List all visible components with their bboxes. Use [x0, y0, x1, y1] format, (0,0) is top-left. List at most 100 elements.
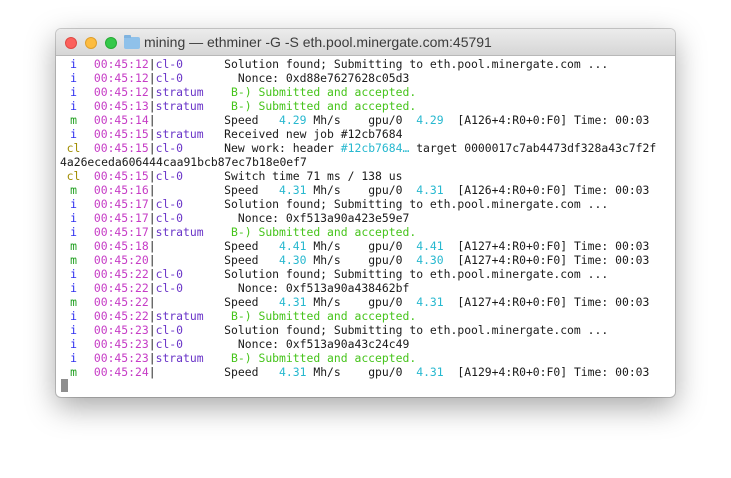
log-source: stratum [155, 309, 225, 323]
log-source: stratum [155, 127, 225, 141]
log-text: B-) Submitted and accepted. [224, 351, 417, 365]
log-text: Nonce: 0xd88e7627628c05d3 [224, 71, 410, 85]
title-bar[interactable]: mining — ethminer -G -S eth.pool.minerga… [56, 29, 675, 56]
log-level: i [70, 337, 77, 351]
log-source: stratum [155, 225, 225, 239]
log-timestamp: 00:45:15 [93, 141, 149, 155]
log-text: 4.31 [279, 365, 307, 379]
log-level: m [70, 365, 77, 379]
log-level: m [70, 295, 77, 309]
log-level: i [70, 225, 77, 239]
log-source: cl-0 [155, 197, 225, 211]
log-level: i [70, 351, 77, 365]
log-source: cl-0 [155, 71, 225, 85]
log-text: Solution found; Submitting to eth.pool.m… [224, 57, 609, 71]
log-text: 4.41 [416, 239, 444, 253]
log-text: 4.31 [416, 183, 444, 197]
log-text: | [148, 85, 156, 99]
log-source: cl-0 [155, 169, 225, 183]
log-text: Solution found; Submitting to eth.pool.m… [224, 197, 609, 211]
log-line: i 00:45:22|cl-0 Nonce: 0xf513a90a438462b… [60, 281, 675, 295]
log-line: i 00:45:23|cl-0 Nonce: 0xf513a90a43c24c4… [60, 337, 675, 351]
log-text: Switch time 71 ms / 138 us [224, 169, 403, 183]
log-line: m 00:45:22| Speed 4.31 Mh/s gpu/0 4.31 [… [60, 295, 675, 309]
log-text: Speed [224, 183, 280, 197]
log-text: 4.31 [279, 295, 307, 309]
log-line: i 00:45:12|stratum B-) Submitted and acc… [60, 85, 675, 99]
log-timestamp: 00:45:13 [93, 99, 149, 113]
log-text: 4a26eceda606444caa91bcb87ec7b18e0ef7 [60, 155, 307, 169]
log-text: | [148, 225, 156, 239]
log-text: | [148, 295, 156, 309]
log-text: | [148, 323, 156, 337]
log-text: #12cb7684… [340, 141, 410, 155]
log-text: 4.31 [416, 365, 444, 379]
log-timestamp: 00:45:15 [93, 127, 149, 141]
log-text: target 0000017c7ab4473df328a43c7f2f [409, 141, 657, 155]
log-line: m 00:45:14| Speed 4.29 Mh/s gpu/0 4.29 [… [60, 113, 675, 127]
log-text: | [148, 197, 156, 211]
log-line: i 00:45:15|stratum Received new job #12c… [60, 127, 675, 141]
log-text: Solution found; Submitting to eth.pool.m… [224, 267, 609, 281]
log-text: | [148, 127, 156, 141]
log-source: stratum [155, 85, 225, 99]
log-text: B-) Submitted and accepted. [224, 225, 417, 239]
log-text: | [148, 239, 156, 253]
terminal-window: mining — ethminer -G -S eth.pool.minerga… [56, 29, 675, 397]
zoom-button[interactable] [105, 37, 117, 49]
log-source: cl-0 [155, 281, 225, 295]
log-text: B-) Submitted and accepted. [224, 309, 417, 323]
log-line: i 00:45:12|cl-0 Nonce: 0xd88e7627628c05d… [60, 71, 675, 85]
log-line: cl 00:45:15|cl-0 Switch time 71 ms / 138… [60, 169, 675, 183]
log-line: i 00:45:13|stratum B-) Submitted and acc… [60, 99, 675, 113]
window-title: mining — ethminer -G -S eth.pool.minerga… [144, 34, 492, 50]
log-level: i [70, 197, 77, 211]
log-timestamp: 00:45:23 [93, 351, 149, 365]
log-text: | [148, 71, 156, 85]
terminal-output[interactable]: i 00:45:12|cl-0 Solution found; Submitti… [60, 57, 675, 397]
log-level: i [70, 281, 77, 295]
log-text: Mh/s gpu/0 [306, 239, 417, 253]
log-line: m 00:45:16| Speed 4.31 Mh/s gpu/0 4.31 [… [60, 183, 675, 197]
close-button[interactable] [65, 37, 77, 49]
log-text: Mh/s gpu/0 [306, 183, 417, 197]
log-level: cl [66, 141, 81, 155]
log-text: 4.41 [279, 239, 307, 253]
log-text: | [148, 253, 156, 267]
log-text: | [148, 337, 156, 351]
log-text: [A127+4:R0+0:F0] Time: 00:03 [443, 239, 650, 253]
log-timestamp: 00:45:22 [93, 295, 149, 309]
log-text: 4.30 [416, 253, 444, 267]
log-line: i 00:45:23|cl-0 Solution found; Submitti… [60, 323, 675, 337]
minimize-button[interactable] [85, 37, 97, 49]
log-text: 4.29 [416, 113, 444, 127]
log-source: stratum [155, 99, 225, 113]
log-source: cl-0 [155, 267, 225, 281]
log-text: Mh/s gpu/0 [306, 365, 417, 379]
log-text: Nonce: 0xf513a90a438462bf [224, 281, 410, 295]
log-level: i [70, 85, 77, 99]
log-line: i 00:45:22|stratum B-) Submitted and acc… [60, 309, 675, 323]
log-timestamp: 00:45:17 [93, 211, 149, 225]
log-text: Mh/s gpu/0 [306, 253, 417, 267]
log-text: 4.31 [416, 295, 444, 309]
log-text: Speed [224, 365, 280, 379]
text-cursor [61, 379, 68, 392]
log-text: | [148, 267, 156, 281]
log-timestamp: 00:45:14 [93, 113, 149, 127]
log-line: i 00:45:12|cl-0 Solution found; Submitti… [60, 57, 675, 71]
log-timestamp: 00:45:12 [93, 57, 149, 71]
log-timestamp: 00:45:17 [93, 225, 149, 239]
log-level: i [70, 323, 77, 337]
log-level: i [70, 127, 77, 141]
log-level: m [70, 253, 77, 267]
log-text: Mh/s gpu/0 [306, 113, 417, 127]
log-timestamp: 00:45:12 [93, 85, 149, 99]
log-text: [A126+4:R0+0:F0] Time: 00:03 [443, 183, 650, 197]
log-text: 4.29 [279, 113, 307, 127]
log-text: | [148, 99, 156, 113]
log-text: Nonce: 0xf513a90a423e59e7 [224, 211, 410, 225]
